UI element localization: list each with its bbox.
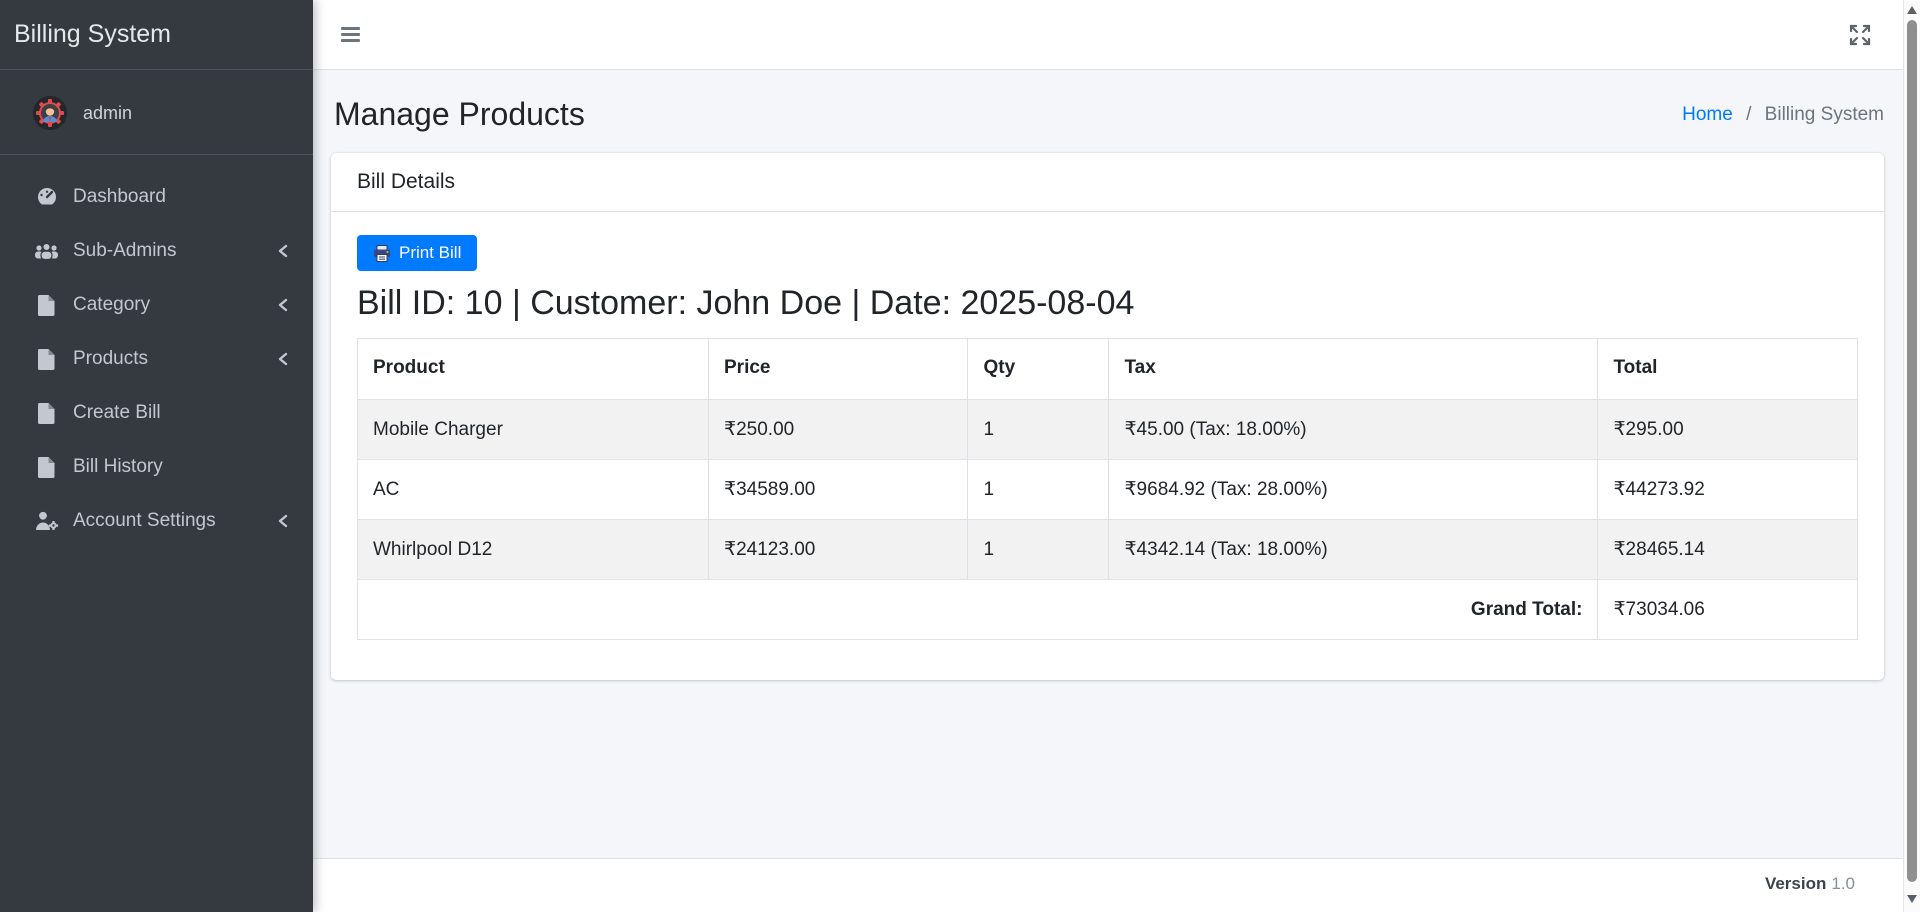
- file-icon: [33, 349, 60, 370]
- sidebar-item-label: Category: [73, 294, 150, 316]
- file-icon: [33, 295, 60, 316]
- sidebar-item-label: Bill History: [73, 456, 163, 478]
- page-title: Manage Products: [331, 96, 585, 133]
- print-bill-label: Print Bill: [399, 243, 461, 263]
- cell-tax: ₹45.00 (Tax: 18.00%): [1109, 400, 1598, 460]
- printer-icon: [373, 245, 391, 262]
- cell-qty: 1: [968, 400, 1109, 460]
- bill-table: Product Price Qty Tax Total Mobile Charg…: [357, 338, 1858, 640]
- cell-total: ₹295.00: [1598, 400, 1858, 460]
- breadcrumb-current: Billing System: [1765, 104, 1884, 125]
- users-icon: [33, 242, 60, 260]
- grand-total-label: Grand Total:: [358, 580, 1598, 640]
- bill-details-card: Bill Details: [331, 153, 1884, 680]
- card-body: Print Bill Bill ID: 10 | Customer: John …: [331, 212, 1884, 680]
- scroll-down-arrow-icon[interactable]: [1907, 895, 1917, 903]
- sidebar-nav: Dashboard Sub-Admins: [0, 155, 313, 552]
- chevron-left-icon: [277, 298, 289, 312]
- scroll-up-arrow-icon[interactable]: [1907, 6, 1917, 14]
- sidebar-item-label: Create Bill: [73, 402, 161, 424]
- cell-total: ₹44273.92: [1598, 460, 1858, 520]
- version-text: Version 1.0: [1765, 874, 1855, 892]
- cell-product: Whirlpool D12: [358, 520, 709, 580]
- expand-arrows-icon[interactable]: [1845, 20, 1875, 50]
- table-row: Whirlpool D12 ₹24123.00 1 ₹4342.14 (Tax:…: [358, 520, 1858, 580]
- col-header-total: Total: [1598, 339, 1858, 400]
- vertical-scrollbar[interactable]: [1903, 0, 1920, 912]
- chevron-left-icon: [277, 244, 289, 258]
- avatar: [33, 96, 67, 130]
- breadcrumb-separator: /: [1746, 104, 1751, 125]
- col-header-price: Price: [709, 339, 968, 400]
- bill-heading: Bill ID: 10 | Customer: John Doe | Date:…: [357, 284, 1858, 323]
- sidebar-item-bill-history[interactable]: Bill History: [0, 444, 305, 490]
- user-panel: admin: [0, 70, 313, 155]
- file-icon: [33, 457, 60, 478]
- footer: Version 1.0: [313, 858, 1920, 912]
- tachometer-icon: [33, 187, 60, 207]
- user-gear-icon: [33, 511, 60, 531]
- cell-price: ₹24123.00: [709, 520, 968, 580]
- hamburger-icon[interactable]: [341, 24, 363, 45]
- breadcrumb: Home / Billing System: [1682, 104, 1884, 133]
- top-navbar: [313, 0, 1920, 70]
- sidebar-item-label: Sub-Admins: [73, 240, 177, 262]
- cell-price: ₹34589.00: [709, 460, 968, 520]
- table-row: Mobile Charger ₹250.00 1 ₹45.00 (Tax: 18…: [358, 400, 1858, 460]
- sidebar-item-dashboard[interactable]: Dashboard: [0, 174, 305, 220]
- sidebar-item-create-bill[interactable]: Create Bill: [0, 390, 305, 436]
- user-name[interactable]: admin: [83, 103, 132, 124]
- file-icon: [33, 403, 60, 424]
- content-header: Manage Products Home / Billing System: [313, 70, 1920, 133]
- sidebar-item-products[interactable]: Products: [0, 336, 305, 382]
- grand-total-row: Grand Total: ₹73034.06: [358, 580, 1858, 640]
- sidebar-item-account-settings[interactable]: Account Settings: [0, 498, 305, 544]
- cell-total: ₹28465.14: [1598, 520, 1858, 580]
- sidebar-item-category[interactable]: Category: [0, 282, 305, 328]
- cell-qty: 1: [968, 460, 1109, 520]
- chevron-left-icon: [277, 514, 289, 528]
- version-value: 1.0: [1831, 874, 1855, 893]
- main-area: Manage Products Home / Billing System Bi…: [313, 0, 1920, 912]
- col-header-tax: Tax: [1109, 339, 1598, 400]
- brand-link[interactable]: Billing System: [0, 0, 313, 70]
- cell-product: AC: [358, 460, 709, 520]
- sidebar-item-label: Products: [73, 348, 148, 370]
- app-root: Billing System: [0, 0, 1920, 912]
- scrollbar-thumb[interactable]: [1907, 20, 1917, 882]
- chevron-left-icon: [277, 352, 289, 366]
- table-row: AC ₹34589.00 1 ₹9684.92 (Tax: 28.00%) ₹4…: [358, 460, 1858, 520]
- content: Bill Details: [313, 153, 1920, 680]
- sidebar-item-label: Dashboard: [73, 186, 166, 208]
- sidebar-item-label: Account Settings: [73, 510, 216, 532]
- cell-product: Mobile Charger: [358, 400, 709, 460]
- cell-tax: ₹4342.14 (Tax: 18.00%): [1109, 520, 1598, 580]
- cell-tax: ₹9684.92 (Tax: 28.00%): [1109, 460, 1598, 520]
- grand-total-value: ₹73034.06: [1598, 580, 1858, 640]
- cell-price: ₹250.00: [709, 400, 968, 460]
- sidebar: Billing System: [0, 0, 313, 912]
- card-header: Bill Details: [331, 153, 1884, 212]
- cell-qty: 1: [968, 520, 1109, 580]
- version-label: Version: [1765, 874, 1826, 893]
- table-header-row: Product Price Qty Tax Total: [358, 339, 1858, 400]
- print-bill-button[interactable]: Print Bill: [357, 235, 477, 271]
- col-header-qty: Qty: [968, 339, 1109, 400]
- col-header-product: Product: [358, 339, 709, 400]
- breadcrumb-home-link[interactable]: Home: [1682, 104, 1733, 125]
- sidebar-item-sub-admins[interactable]: Sub-Admins: [0, 228, 305, 274]
